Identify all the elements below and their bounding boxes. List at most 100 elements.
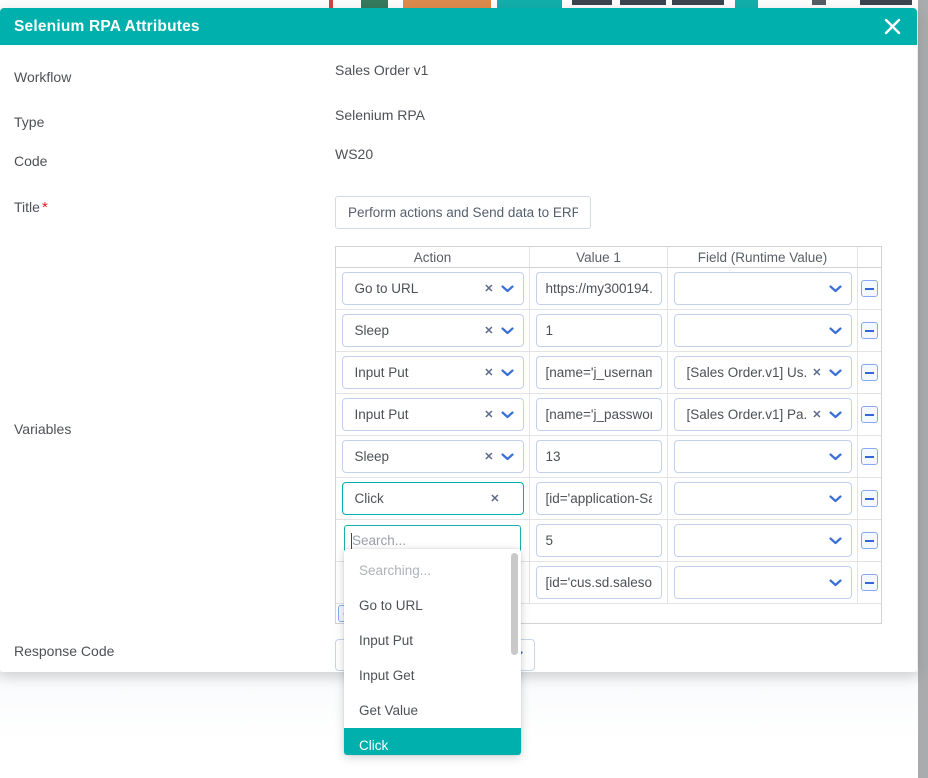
table-row: Go to URL ✕ (336, 268, 881, 310)
action-select[interactable]: Input Put ✕ (341, 356, 524, 389)
action-select[interactable]: Sleep ✕ (341, 440, 524, 473)
remove-row-button[interactable] (861, 532, 878, 549)
chevron-down-icon (828, 368, 842, 376)
dropdown-item-get-value[interactable]: Get Value (344, 693, 521, 728)
field-select[interactable] (673, 314, 852, 347)
field-column-header: Field (Runtime Value) (668, 247, 858, 268)
minus-icon (865, 287, 874, 290)
field-select[interactable] (673, 440, 852, 473)
chevron-down-icon (828, 494, 842, 502)
minus-icon (865, 371, 874, 374)
toolbar-fragment (620, 0, 666, 5)
clear-icon[interactable]: ✕ (484, 450, 493, 463)
workflow-value: Sales Order v1 (335, 62, 429, 78)
table-row: Click ✕ (336, 478, 881, 520)
table-row: Sleep ✕ (336, 436, 881, 478)
action-column-header: Action (336, 247, 530, 268)
text-caret (351, 533, 352, 550)
toolbar-fragment (329, 0, 333, 8)
value1-input[interactable] (535, 356, 662, 389)
clear-icon[interactable]: ✕ (484, 408, 493, 421)
type-label: Type (14, 114, 45, 130)
remove-row-button[interactable] (861, 448, 878, 465)
clear-icon[interactable]: ✕ (490, 492, 499, 505)
dropdown-item-click[interactable]: Click (344, 728, 521, 755)
field-select[interactable] (673, 272, 852, 305)
chevron-down-icon (500, 368, 514, 376)
workflow-label: Workflow (14, 69, 72, 85)
toolbar-fragment (860, 0, 912, 5)
chevron-down-icon (500, 326, 514, 334)
table-row: Input Put ✕ [Sales Order.v1] Us... ✕ (336, 352, 881, 394)
value1-input[interactable] (535, 440, 662, 473)
response-code-label: Response Code (14, 643, 115, 659)
field-select[interactable] (673, 566, 852, 599)
screen: Selenium RPA Attributes Workflow Type Co… (0, 0, 928, 778)
page-scroll-gutter (918, 0, 928, 778)
chevron-down-icon (828, 410, 842, 418)
type-value: Selenium RPA (335, 107, 426, 123)
value1-input[interactable] (535, 482, 662, 515)
toolbar-fragment (361, 0, 388, 8)
table-row: Sleep ✕ (336, 310, 881, 352)
title-input[interactable] (335, 196, 591, 229)
chevron-down-icon (828, 452, 842, 460)
minus-icon (865, 455, 874, 458)
dropdown-item-go-to-url[interactable]: Go to URL (344, 588, 521, 623)
table-row: Input Put ✕ [Sales Order.v1] Pa... ✕ (336, 394, 881, 436)
remove-row-button[interactable] (861, 280, 878, 297)
remove-row-button[interactable] (861, 364, 878, 381)
field-select[interactable] (673, 482, 852, 515)
value1-input[interactable] (535, 566, 662, 599)
dropdown-item-input-put[interactable]: Input Put (344, 623, 521, 658)
clear-icon[interactable]: ✕ (484, 324, 493, 337)
chevron-down-icon (828, 284, 842, 292)
chevron-down-icon (500, 284, 514, 292)
clear-icon[interactable]: ✕ (812, 408, 821, 421)
modal-title: Selenium RPA Attributes (14, 17, 200, 35)
minus-icon (865, 539, 874, 542)
field-select[interactable] (673, 524, 852, 557)
minus-icon (865, 329, 874, 332)
toolbar-fragment (735, 0, 758, 8)
variables-label: Variables (14, 421, 72, 437)
required-asterisk: * (41, 199, 48, 216)
code-value: WS20 (335, 146, 374, 162)
action-select[interactable]: Sleep ✕ (341, 314, 524, 347)
remove-row-button[interactable] (861, 322, 878, 339)
value1-input[interactable] (535, 272, 662, 305)
field-select[interactable]: [Sales Order.v1] Pa... ✕ (673, 398, 852, 431)
value1-input[interactable] (535, 398, 662, 431)
action-select[interactable]: Go to URL ✕ (341, 272, 524, 305)
code-label: Code (14, 153, 48, 169)
action-select-open[interactable]: Click ✕ (341, 482, 524, 515)
remove-row-button[interactable] (861, 574, 878, 591)
value1-input[interactable] (535, 524, 662, 557)
remove-row-button[interactable] (861, 406, 878, 423)
toolbar-fragment (812, 0, 826, 5)
dropdown-scrollbar[interactable] (511, 553, 518, 655)
minus-icon (865, 497, 874, 500)
toolbar-fragment (497, 0, 562, 8)
value1-column-header: Value 1 (530, 247, 668, 268)
dropdown-item-input-get[interactable]: Input Get (344, 658, 521, 693)
action-dropdown-panel: Searching... Go to URL Input Put Input G… (344, 549, 521, 755)
remove-row-button[interactable] (861, 490, 878, 507)
chevron-down-icon (500, 452, 514, 460)
close-icon (884, 18, 900, 35)
value1-input[interactable] (535, 314, 662, 347)
clear-icon[interactable]: ✕ (484, 366, 493, 379)
modal-header: Selenium RPA Attributes (0, 8, 917, 45)
toolbar-fragment (572, 0, 612, 5)
chevron-down-icon (828, 578, 842, 586)
minus-icon (865, 413, 874, 416)
close-button[interactable] (875, 12, 909, 42)
clear-icon[interactable]: ✕ (484, 282, 493, 295)
clear-icon[interactable]: ✕ (812, 366, 821, 379)
chevron-down-icon (500, 410, 514, 418)
chevron-down-icon (828, 326, 842, 334)
minus-icon (865, 581, 874, 584)
chevron-down-icon (828, 536, 842, 544)
field-select[interactable]: [Sales Order.v1] Us... ✕ (673, 356, 852, 389)
action-select[interactable]: Input Put ✕ (341, 398, 524, 431)
